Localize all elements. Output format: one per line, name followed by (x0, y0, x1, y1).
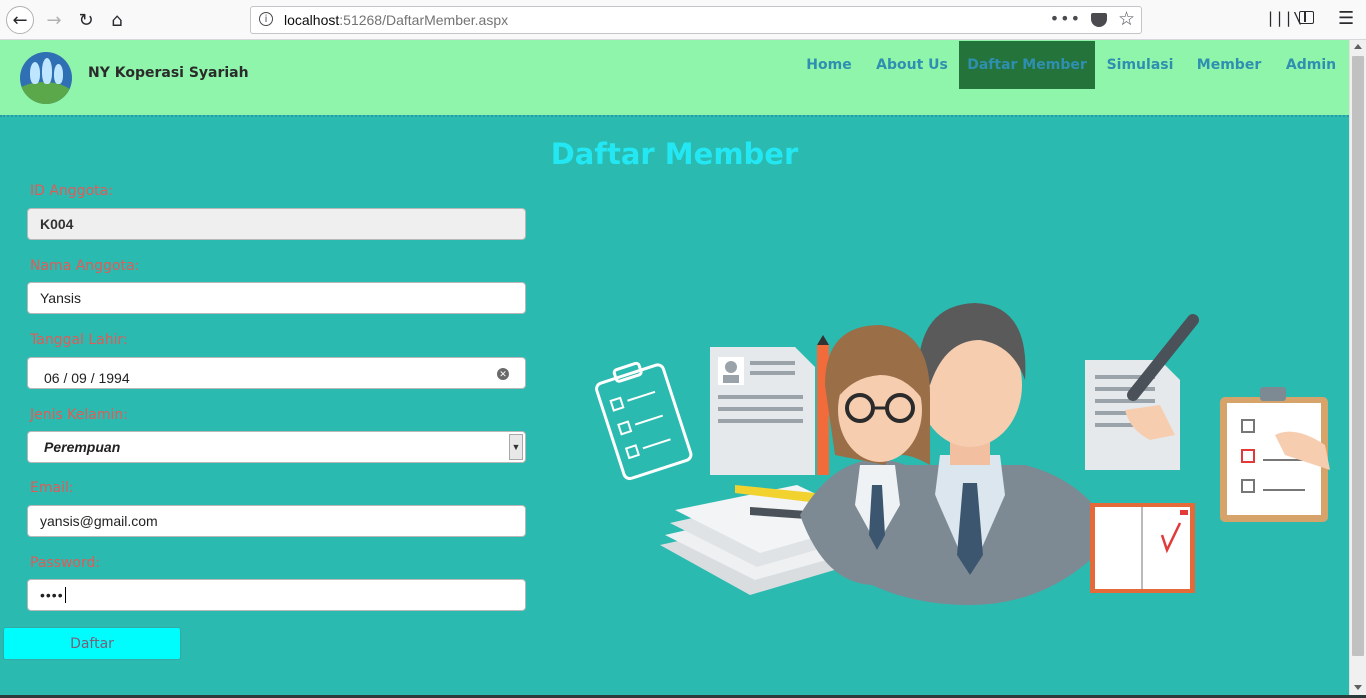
page-actions-icon[interactable]: ••• (1050, 9, 1081, 28)
id-anggota-field[interactable]: K004 (27, 208, 526, 240)
site-info-icon[interactable]: i (259, 12, 273, 26)
email-field[interactable]: yansis@gmail.com (27, 505, 526, 537)
nav-simulasi[interactable]: Simulasi (1099, 41, 1181, 89)
chevron-down-icon[interactable]: ▼ (509, 434, 523, 460)
address-bar[interactable]: i localhost:51268/DaftarMember.aspx ••• … (250, 6, 1142, 34)
scroll-down-arrow-icon[interactable] (1354, 685, 1362, 690)
date-value: 06 / 09 / 1994 (44, 370, 130, 386)
jenis-kelamin-label: Jenis Kelamin: (30, 407, 128, 423)
hamburger-menu-icon[interactable]: ☰ (1338, 8, 1354, 29)
sidebar-icon[interactable] (1299, 11, 1314, 24)
nav-member[interactable]: Member (1190, 41, 1268, 89)
url-host: localhost (284, 12, 340, 28)
email-label: Email: (30, 480, 74, 496)
selected-gender: Perempuan (44, 439, 121, 455)
url-text[interactable]: localhost:51268/DaftarMember.aspx (284, 12, 508, 28)
reload-button[interactable]: ↻ (72, 6, 100, 34)
text-caret (64, 587, 66, 603)
tanggal-lahir-label: Tanggal Lahir: (30, 332, 128, 348)
nav-daftar-member[interactable]: Daftar Member (959, 41, 1095, 89)
password-label: Password: (30, 555, 101, 571)
jenis-kelamin-select[interactable]: Perempuan ▼ (27, 431, 526, 463)
bookmark-star-icon[interactable]: ☆ (1118, 8, 1135, 30)
url-path: :51268/DaftarMember.aspx (339, 12, 509, 28)
clear-date-icon[interactable]: ✕ (497, 368, 509, 380)
scroll-up-arrow-icon[interactable] (1354, 44, 1362, 49)
browser-toolbar: ← → ↻ ⌂ i localhost:51268/DaftarMember.a… (0, 0, 1366, 40)
forward-button[interactable]: → (40, 6, 68, 34)
page-title: Daftar Member (550, 137, 799, 171)
nav-about-us[interactable]: About Us (866, 41, 958, 89)
library-icon[interactable]: |||\ (1266, 9, 1302, 27)
password-field[interactable]: •••• (27, 579, 526, 611)
nav-admin[interactable]: Admin (1278, 41, 1344, 89)
home-button[interactable]: ⌂ (103, 6, 131, 34)
cv-document-icon (710, 347, 815, 475)
password-dots: •••• (40, 587, 64, 603)
id-anggota-label: ID Anggota: (30, 183, 113, 199)
page-scrollbar[interactable] (1349, 40, 1366, 695)
nama-anggota-field[interactable]: Yansis (27, 282, 526, 314)
tanggal-lahir-field[interactable]: 06 / 09 / 1994 ✕ (27, 357, 526, 389)
koperasi-logo[interactable] (20, 52, 72, 104)
site-header: NY Koperasi Syariah Home About Us Daftar… (0, 40, 1349, 115)
scroll-thumb[interactable] (1352, 56, 1364, 656)
back-button[interactable]: ← (6, 6, 34, 34)
pocket-icon[interactable] (1091, 13, 1107, 27)
document-pen-icon (1085, 314, 1199, 470)
nama-anggota-label: Nama Anggota: (30, 258, 140, 274)
notebook-checkmark-icon (1090, 503, 1195, 593)
business-people-illustration (595, 303, 1330, 605)
approval-clipboard-icon (1220, 387, 1330, 522)
daftar-button[interactable]: Daftar (3, 627, 181, 660)
brand-name[interactable]: NY Koperasi Syariah (88, 65, 249, 81)
nav-home[interactable]: Home (796, 41, 862, 89)
checklist-clipboard-icon (595, 361, 693, 481)
